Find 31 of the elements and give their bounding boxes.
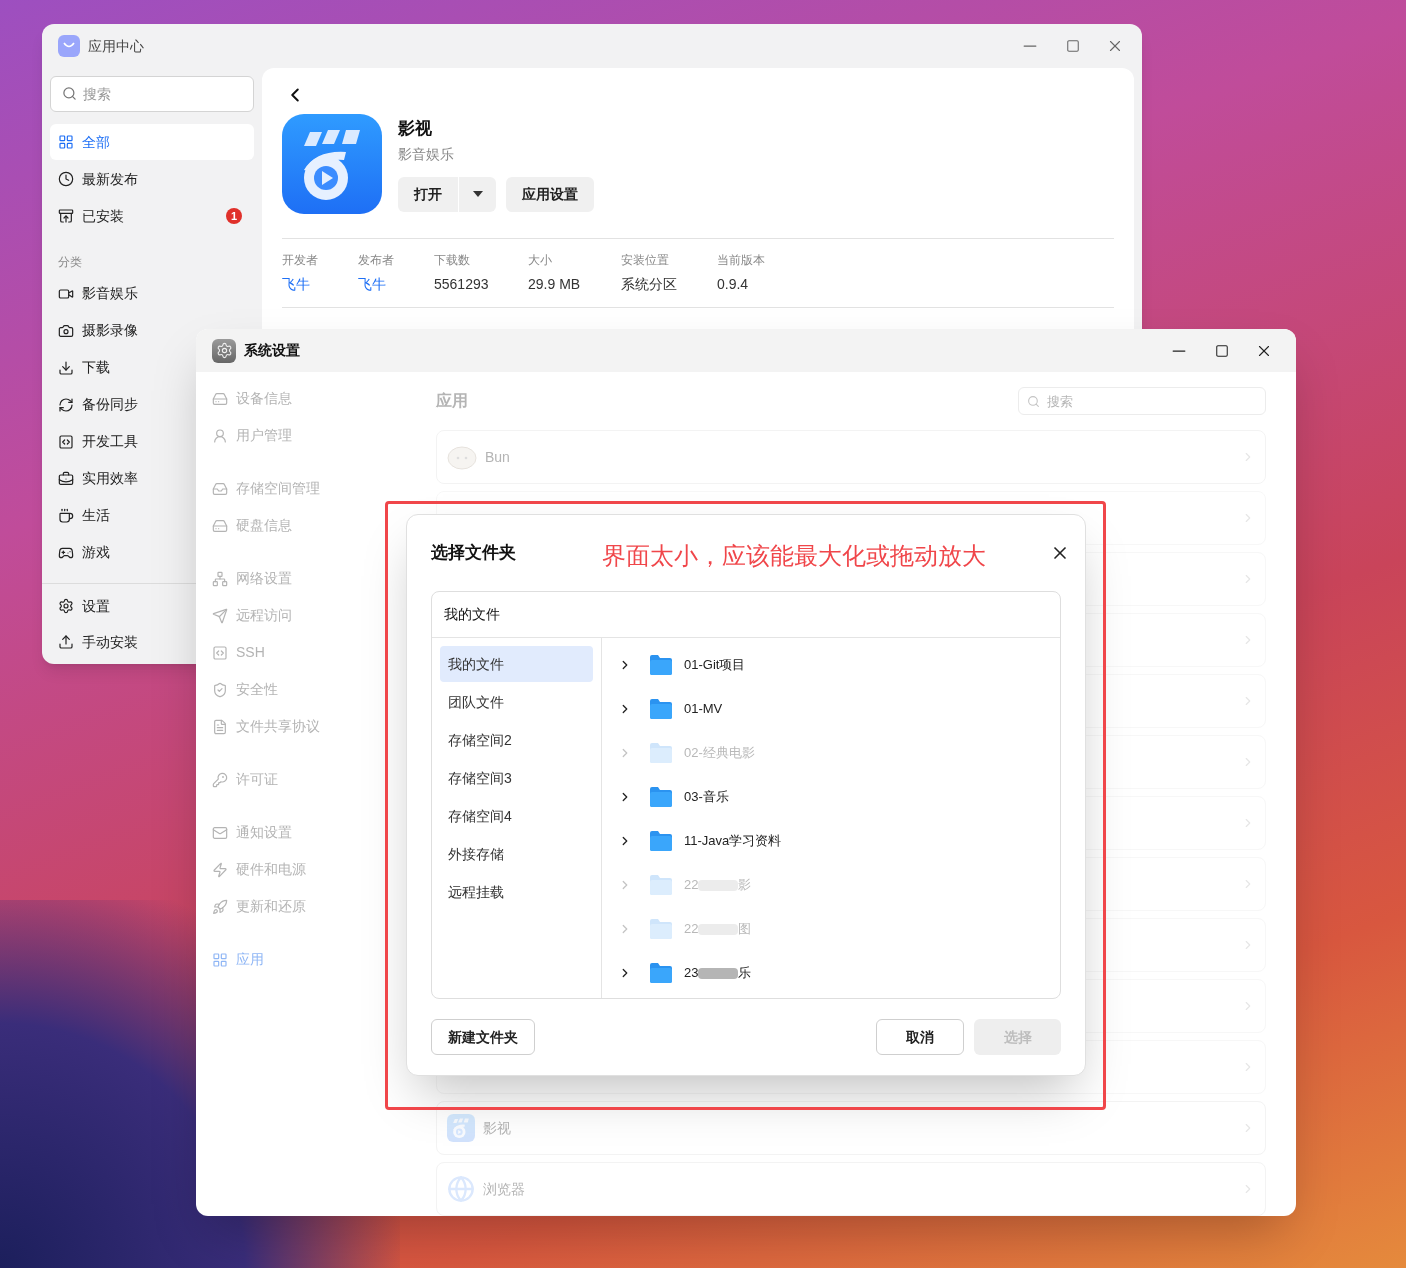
folder-name: 22 — [684, 876, 699, 895]
info-label: 大小 — [528, 252, 553, 269]
folder-name: 01-MV — [684, 700, 723, 719]
app-name: 影视 — [398, 118, 433, 140]
folder-name: 23 — [684, 964, 699, 983]
info-value: 29.9 MB — [528, 275, 582, 294]
breadcrumb: 我的文件 — [444, 605, 500, 624]
info-label: 下载数 — [434, 252, 471, 269]
info-label: 开发者 — [282, 252, 319, 269]
window-title: 系统设置 — [244, 341, 301, 360]
folder-name: 01-Git项目 — [684, 656, 746, 675]
dialog-title: 选择文件夹 — [431, 542, 516, 565]
window-title: 应用中心 — [88, 36, 144, 56]
section-heading: 分类 — [57, 254, 83, 271]
info-value: 系统分区 — [621, 275, 678, 294]
annotation-text: 界面太小，应该能最大化或拖动放大 — [602, 541, 986, 571]
page-title: 应用 — [436, 391, 468, 411]
app-category: 影音娱乐 — [398, 144, 455, 164]
count-badge: 1 — [226, 208, 242, 224]
folder-name: 图 — [738, 920, 752, 939]
info-label: 安装位置 — [621, 252, 670, 269]
info-label: 发布者 — [358, 252, 395, 269]
folder-name: 乐 — [738, 964, 752, 983]
folder-name: 03-音乐 — [684, 788, 729, 807]
info-label: 当前版本 — [717, 252, 766, 269]
info-value: 0.9.4 — [717, 275, 750, 294]
folder-name: 11-Java学习资料 — [684, 832, 782, 851]
folder-name: 02-经典电影 — [684, 744, 755, 763]
info-value: 5561293 — [434, 275, 490, 294]
folder-name: 22 — [684, 920, 699, 939]
folder-name: 影 — [738, 876, 752, 895]
